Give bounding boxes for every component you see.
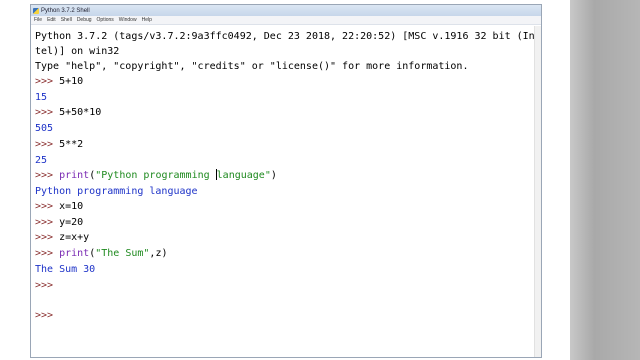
string-literal: "The Sum": [95, 248, 150, 259]
input-line: >>> x=10: [35, 200, 83, 213]
menu-help[interactable]: Help: [142, 17, 152, 23]
input-line: >>> 5+10: [35, 75, 83, 88]
menu-shell[interactable]: Shell: [61, 17, 72, 23]
background-gap: [542, 0, 570, 360]
empty-prompt: >>>: [35, 280, 54, 291]
code: z=x+y: [59, 232, 90, 243]
code: ,z): [149, 248, 168, 259]
window-title: Python 3.7.2 Shell: [41, 7, 90, 14]
prompt: >>>: [35, 201, 60, 212]
input-line: >>> y=20: [35, 216, 83, 229]
screen: Python 3.7.2 Shell File Edit Shell Debug…: [0, 0, 640, 360]
code: y=20: [59, 217, 84, 228]
input-line: >>> 5**2: [35, 138, 83, 151]
menu-debug[interactable]: Debug: [77, 17, 92, 23]
input-line: >>> 5+50*10: [35, 106, 101, 119]
prompt: >>>: [35, 76, 60, 87]
menu-bar: File Edit Shell Debug Options Window Hel…: [31, 16, 541, 25]
empty-prompt: >>>: [35, 310, 54, 321]
shell-console[interactable]: Python 3.7.2 (tags/v3.7.2:9a3ffc0492, De…: [35, 28, 535, 357]
code: 5**2: [59, 139, 84, 150]
output-line: 505: [35, 123, 54, 134]
prompt: >>>: [35, 107, 60, 118]
output-line: The Sum 30: [35, 264, 96, 275]
input-line: >>> print("The Sum",z): [35, 247, 167, 260]
python-shell-window: Python 3.7.2 Shell File Edit Shell Debug…: [30, 4, 542, 358]
string-literal: language": [216, 170, 271, 181]
builtin-keyword: print: [59, 248, 90, 259]
string-literal: "Python programming: [95, 170, 216, 181]
menu-options[interactable]: Options: [97, 17, 114, 23]
builtin-keyword: print: [59, 170, 90, 181]
banner-line-2: tel)] on win32: [35, 46, 120, 57]
output-line: 15: [35, 92, 48, 103]
paren: ): [270, 170, 277, 181]
banner-line-3: Type "help", "copyright", "credits" or "…: [35, 61, 469, 72]
python-icon: [33, 7, 39, 14]
background-panel: [570, 0, 640, 360]
prompt: >>>: [35, 170, 60, 181]
menu-edit[interactable]: Edit: [47, 17, 56, 23]
title-bar[interactable]: Python 3.7.2 Shell: [31, 5, 541, 16]
menu-file[interactable]: File: [34, 17, 42, 23]
input-line: >>> z=x+y: [35, 231, 89, 244]
output-line: Python programming language: [35, 186, 198, 197]
output-line: 25: [35, 155, 48, 166]
code: x=10: [59, 201, 84, 212]
code: 5+50*10: [59, 107, 102, 118]
prompt: >>>: [35, 248, 60, 259]
prompt: >>>: [35, 217, 60, 228]
input-line: >>> print("Python programming language"): [35, 169, 277, 182]
code: 5+10: [59, 76, 84, 87]
prompt: >>>: [35, 232, 60, 243]
banner-line-1: Python 3.7.2 (tags/v3.7.2:9a3ffc0492, De…: [35, 31, 535, 42]
prompt: >>>: [35, 139, 60, 150]
menu-window[interactable]: Window: [119, 17, 137, 23]
vertical-scrollbar[interactable]: [534, 26, 541, 357]
